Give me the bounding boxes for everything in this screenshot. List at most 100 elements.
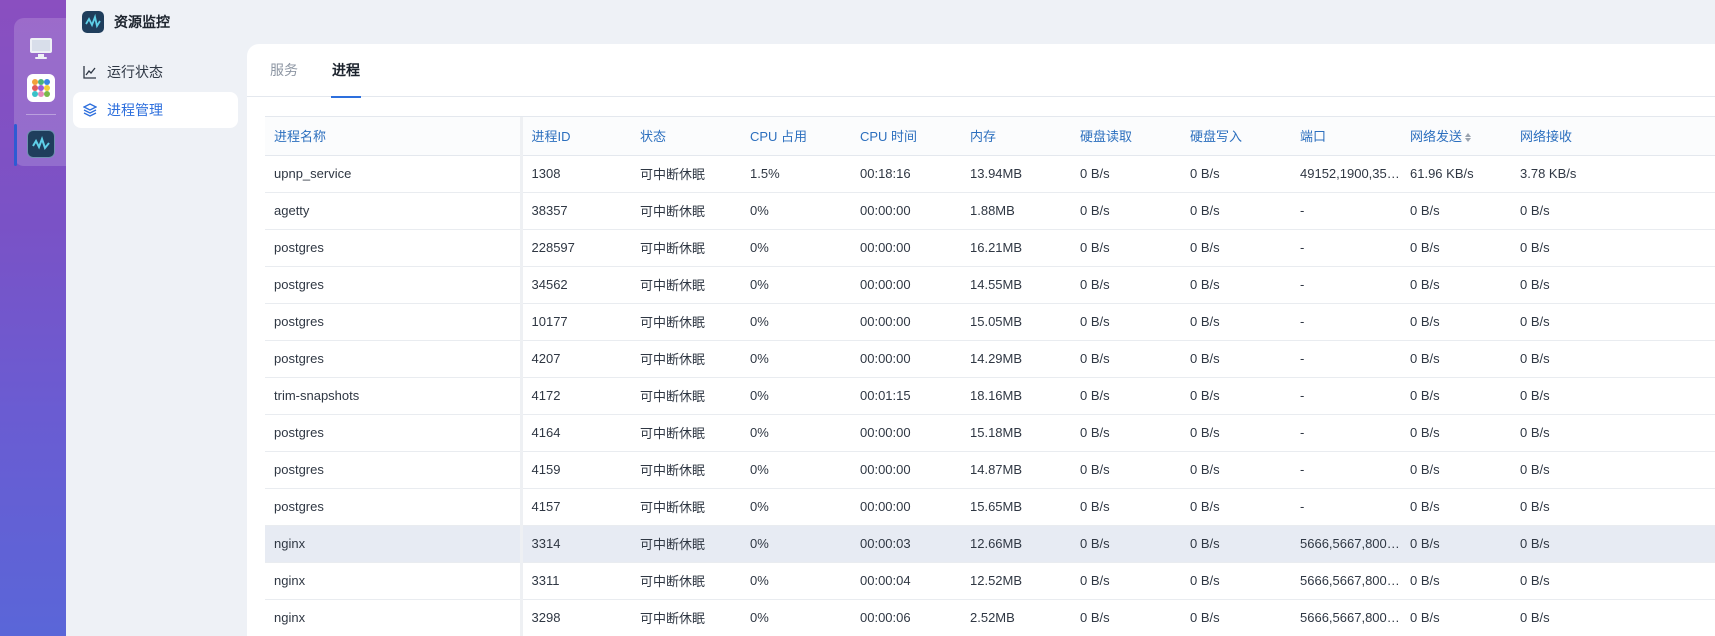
cell-cpu-usage: 0%: [741, 340, 851, 378]
table-row[interactable]: nginx 3311 可中断休眠 0% 00:00:04 12.52MB 0 B/s 0 B/…: [265, 562, 1715, 600]
column-header-state[interactable]: 状态: [631, 117, 741, 156]
cell-name: upnp_service: [265, 155, 523, 193]
column-header-disk-write[interactable]: 硬盘写入: [1181, 117, 1291, 156]
cell-cpu-time: 00:00:00: [851, 340, 961, 378]
cell-ports: 49152,1900,35…: [1291, 155, 1401, 193]
cell-net-send: 0 B/s: [1401, 525, 1511, 563]
cell-pid: 3314: [521, 525, 631, 563]
cell-name: postgres: [265, 229, 523, 267]
cell-disk-read: 0 B/s: [1071, 451, 1181, 489]
tab-services[interactable]: 服务: [269, 44, 299, 97]
cell-net-receive: 0 B/s: [1511, 377, 1715, 415]
cell-ports: -: [1291, 229, 1401, 267]
table-row[interactable]: postgres 34562 可中断休眠 0% 00:00:00 14.55MB 0 B/s…: [265, 266, 1715, 304]
cell-cpu-time: 00:00:00: [851, 266, 961, 304]
cell-net-send: 0 B/s: [1401, 229, 1511, 267]
cell-disk-read: 0 B/s: [1071, 192, 1181, 230]
table-row[interactable]: nginx 3314 可中断休眠 0% 00:00:03 12.66MB 0 B/s 0 B/…: [265, 525, 1715, 563]
table-row[interactable]: postgres 4164 可中断休眠 0% 00:00:00 15.18MB 0 B/s 0…: [265, 414, 1715, 452]
column-header-net-receive[interactable]: 网络接收: [1511, 117, 1715, 156]
cell-pid: 4164: [521, 414, 631, 452]
cell-pid: 10177: [521, 303, 631, 341]
cell-net-send: 0 B/s: [1401, 414, 1511, 452]
cell-name: agetty: [265, 192, 523, 230]
column-header-disk-read[interactable]: 硬盘读取: [1071, 117, 1181, 156]
cell-cpu-time: 00:00:00: [851, 488, 961, 526]
cell-cpu-usage: 0%: [741, 525, 851, 563]
resource-monitor-icon[interactable]: [27, 130, 55, 158]
cell-ports: -: [1291, 340, 1401, 378]
sort-icon[interactable]: [1465, 133, 1472, 143]
cell-name: postgres: [265, 414, 523, 452]
sidebar-item-label: 运行状态: [107, 64, 163, 80]
activity-monitor-icon: [82, 11, 104, 33]
table-row[interactable]: postgres 4207 可中断休眠 0% 00:00:00 14.29MB 0 B/s 0…: [265, 340, 1715, 378]
cell-cpu-usage: 0%: [741, 562, 851, 600]
cell-net-send: 0 B/s: [1401, 303, 1511, 341]
cell-disk-write: 0 B/s: [1181, 562, 1291, 600]
cell-disk-read: 0 B/s: [1071, 599, 1181, 636]
tab-bar: 服务 进程: [247, 44, 1715, 98]
cell-ports: -: [1291, 451, 1401, 489]
cell-net-receive: 0 B/s: [1511, 192, 1715, 230]
cell-net-receive: 0 B/s: [1511, 562, 1715, 600]
column-header-pid[interactable]: 进程ID: [521, 117, 631, 156]
app-title: 资源监控: [114, 14, 170, 30]
cell-state: 可中断休眠: [631, 266, 741, 304]
cell-net-send: 0 B/s: [1401, 451, 1511, 489]
cell-disk-write: 0 B/s: [1181, 303, 1291, 341]
cell-cpu-time: 00:01:15: [851, 377, 961, 415]
cell-pid: 34562: [521, 266, 631, 304]
cell-disk-write: 0 B/s: [1181, 340, 1291, 378]
cell-cpu-usage: 0%: [741, 377, 851, 415]
table-row[interactable]: nginx 3298 可中断休眠 0% 00:00:06 2.52MB 0 B/s 0 B/s…: [265, 599, 1715, 636]
cell-memory: 15.65MB: [961, 488, 1071, 526]
cell-ports: -: [1291, 266, 1401, 304]
cell-net-receive: 0 B/s: [1511, 451, 1715, 489]
sidebar-item-process-management[interactable]: 进程管理: [73, 92, 238, 128]
cell-state: 可中断休眠: [631, 562, 741, 600]
column-header-net-send[interactable]: 网络发送: [1401, 117, 1511, 156]
column-header-cpu-time[interactable]: CPU 时间: [851, 117, 961, 156]
cell-pid: 4207: [521, 340, 631, 378]
table-row[interactable]: upnp_service 1308 可中断休眠 1.5% 00:18:16 13.94MB…: [265, 155, 1715, 193]
column-header-cpu-usage[interactable]: CPU 占用: [741, 117, 851, 156]
cell-cpu-usage: 0%: [741, 303, 851, 341]
cell-cpu-time: 00:00:00: [851, 229, 961, 267]
cell-net-send: 0 B/s: [1401, 192, 1511, 230]
cell-disk-read: 0 B/s: [1071, 266, 1181, 304]
cell-disk-read: 0 B/s: [1071, 377, 1181, 415]
cell-name: postgres: [265, 266, 523, 304]
table-row[interactable]: agetty 38357 可中断休眠 0% 00:00:00 1.88MB 0 B/s 0 B…: [265, 192, 1715, 230]
cell-cpu-usage: 0%: [741, 451, 851, 489]
column-header-name[interactable]: 进程名称: [265, 117, 523, 156]
process-table-container: 进程名称 进程ID 状态 CPU 占用 CPU 时间 内存 硬盘读取 硬盘写入 …: [265, 116, 1715, 636]
cell-disk-read: 0 B/s: [1071, 414, 1181, 452]
cell-state: 可中断休眠: [631, 192, 741, 230]
column-header-memory[interactable]: 内存: [961, 117, 1071, 156]
table-row[interactable]: postgres 4157 可中断休眠 0% 00:00:00 15.65MB 0 B/s 0…: [265, 488, 1715, 526]
table-row[interactable]: trim-snapshots 4172 可中断休眠 0% 00:01:15 18.16MB…: [265, 377, 1715, 415]
sidebar-item-label: 进程管理: [107, 102, 163, 118]
cell-name: postgres: [265, 303, 523, 341]
cell-name: postgres: [265, 451, 523, 489]
cell-pid: 228597: [521, 229, 631, 267]
tab-processes[interactable]: 进程: [331, 44, 361, 98]
cell-memory: 14.55MB: [961, 266, 1071, 304]
table-row[interactable]: postgres 228597 可中断休眠 0% 00:00:00 16.21MB 0 B/…: [265, 229, 1715, 267]
dock-separator: [26, 114, 56, 115]
column-header-ports[interactable]: 端口: [1291, 117, 1401, 156]
cell-disk-write: 0 B/s: [1181, 155, 1291, 193]
table-row[interactable]: postgres 10177 可中断休眠 0% 00:00:00 15.05MB 0 B/s…: [265, 303, 1715, 341]
cell-net-receive: 0 B/s: [1511, 229, 1715, 267]
desktop-icon[interactable]: [27, 34, 55, 62]
cell-state: 可中断休眠: [631, 155, 741, 193]
cell-pid: 3298: [521, 599, 631, 636]
apps-grid-icon[interactable]: [27, 74, 55, 102]
sidebar-item-status[interactable]: 运行状态: [73, 54, 238, 90]
cell-cpu-usage: 0%: [741, 599, 851, 636]
line-chart-icon: [83, 65, 97, 79]
table-row[interactable]: postgres 4159 可中断休眠 0% 00:00:00 14.87MB 0 B/s 0…: [265, 451, 1715, 489]
cell-disk-write: 0 B/s: [1181, 599, 1291, 636]
cell-name: postgres: [265, 488, 523, 526]
